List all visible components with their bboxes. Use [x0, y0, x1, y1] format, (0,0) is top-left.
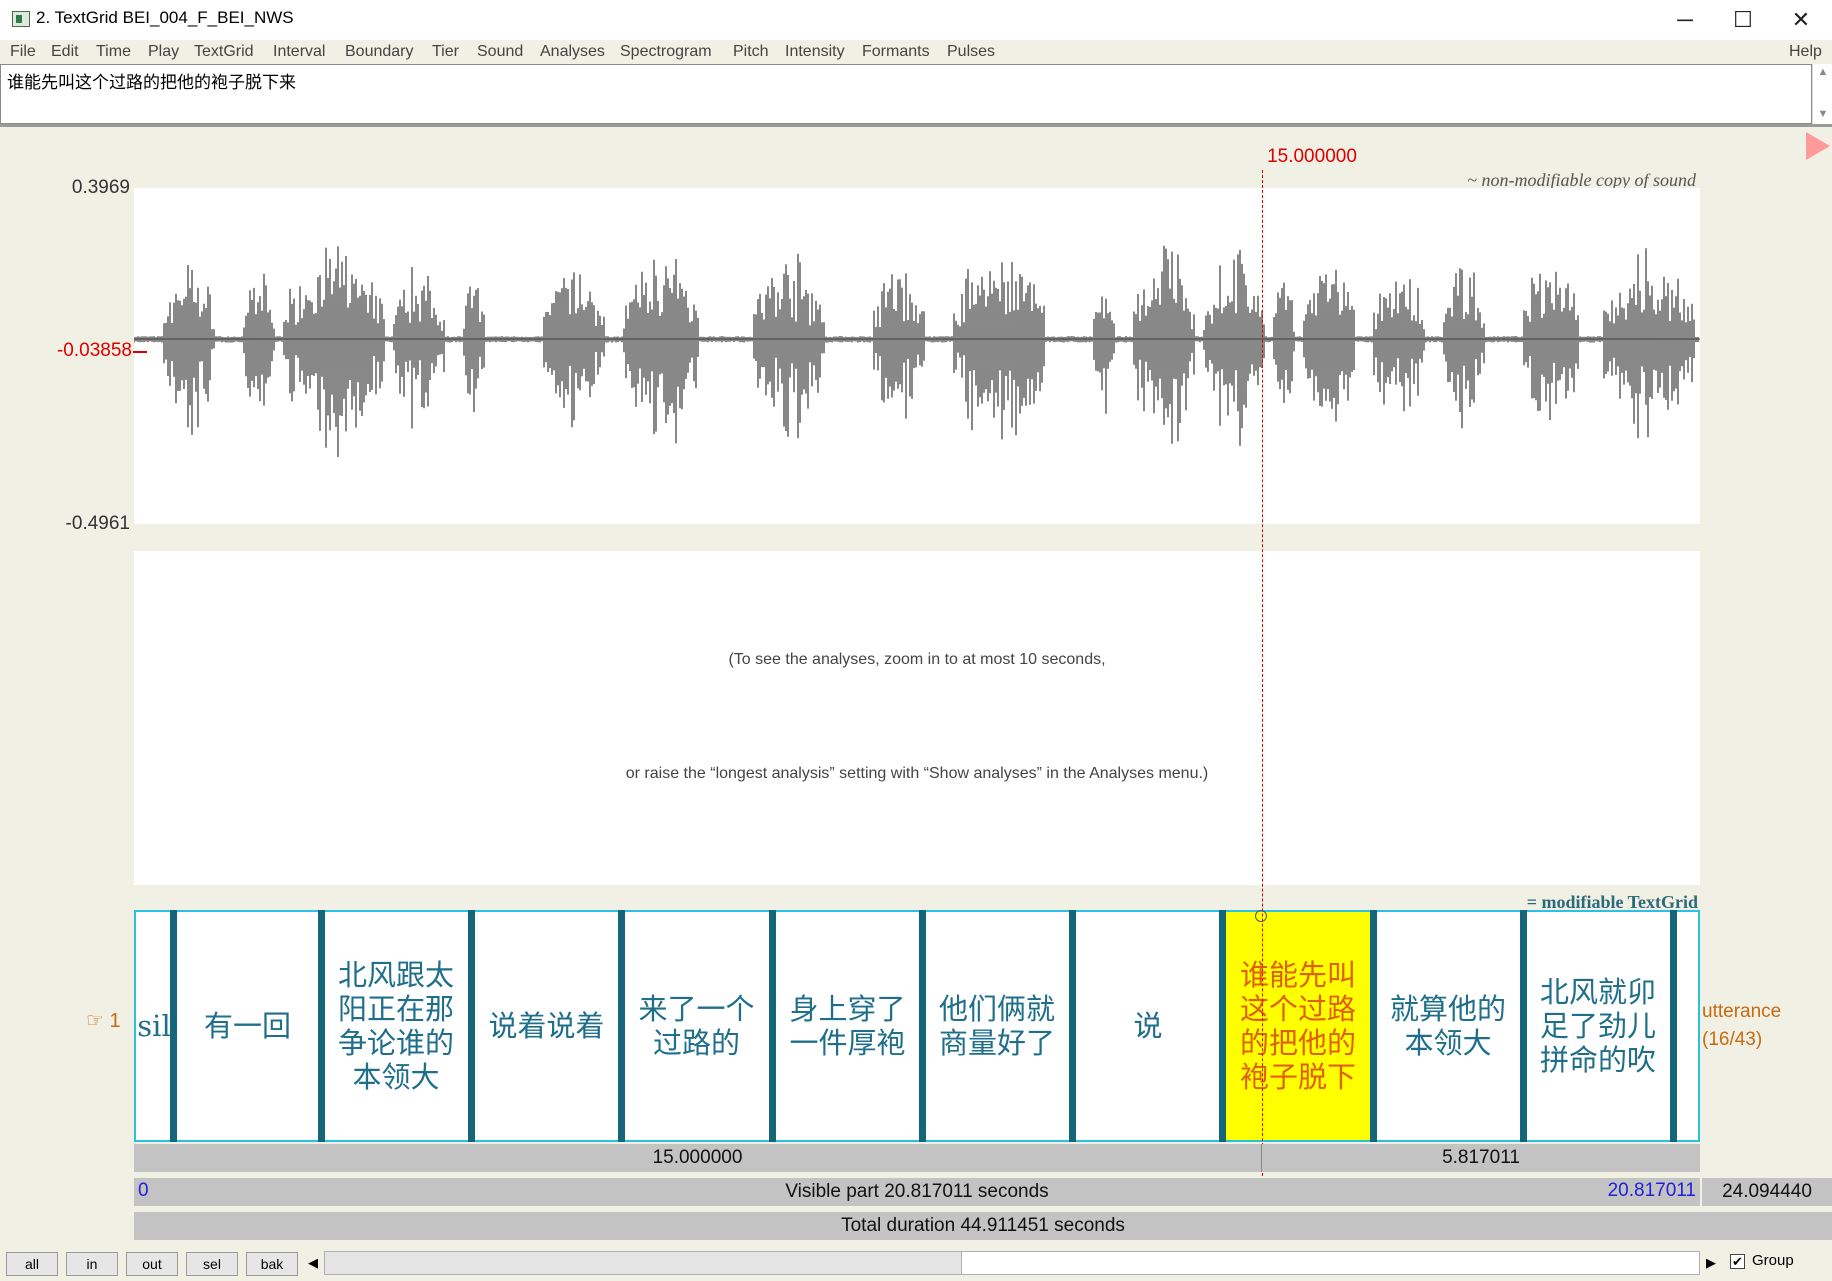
- visible-end-time: 20.817011: [1607, 1180, 1696, 1201]
- zoom-out-button[interactable]: out: [126, 1252, 178, 1276]
- menu-edit[interactable]: Edit: [51, 43, 79, 61]
- tier-name: utterance (16/43): [1702, 998, 1781, 1054]
- cursor-handle-icon[interactable]: [1255, 910, 1267, 922]
- menu-boundary[interactable]: Boundary: [345, 43, 414, 61]
- interval[interactable]: 身上穿了 一件厚袍: [776, 912, 919, 1140]
- scrollbar-thumb[interactable]: [325, 1252, 962, 1274]
- menu-bar: File Edit Time Play TextGrid Interval Bo…: [0, 40, 1832, 64]
- y-cursor-label: -0.03858: [56, 340, 132, 361]
- interval[interactable]: 有一回: [175, 912, 320, 1140]
- menu-pulses[interactable]: Pulses: [947, 43, 995, 61]
- interval-boundary[interactable]: [1520, 910, 1527, 1142]
- tier-count: (16/43): [1702, 1029, 1763, 1050]
- interval-text-field[interactable]: 谁能先叫这个过路的把他的袍子脱下来: [0, 64, 1812, 124]
- zoom-sel-button[interactable]: sel: [186, 1252, 238, 1276]
- total-duration-bar[interactable]: Total duration 44.911451 seconds: [134, 1212, 1832, 1240]
- window-title: 2. TextGrid BEI_004_F_BEI_NWS: [36, 8, 294, 27]
- cursor-line: [1262, 170, 1263, 1176]
- waveform: [134, 245, 1700, 457]
- menu-time[interactable]: Time: [96, 43, 131, 61]
- interval[interactable]: 说: [1076, 912, 1220, 1140]
- y-max-label: 0.3969: [71, 177, 130, 198]
- text-field-scrollbar[interactable]: ▲ ▼: [1812, 64, 1832, 124]
- menu-intensity[interactable]: Intensity: [785, 43, 845, 61]
- horizontal-scrollbar[interactable]: [324, 1251, 1700, 1275]
- pointing-hand-icon: ☞: [86, 1010, 104, 1032]
- visible-part-bar[interactable]: Visible part 20.817011 seconds: [134, 1178, 1700, 1206]
- zoom-all-button[interactable]: all: [6, 1252, 58, 1276]
- menu-help[interactable]: Help: [1789, 43, 1822, 61]
- menu-tier[interactable]: Tier: [432, 43, 459, 61]
- interval-text-value[interactable]: 谁能先叫这个过路的把他的袍子脱下来: [7, 68, 296, 93]
- separator: [0, 124, 1832, 127]
- interval[interactable]: 北风跟太 阳正在那 争论谁的 本领大: [325, 912, 467, 1140]
- scroll-right-icon[interactable]: ▶: [1706, 1255, 1716, 1271]
- group-label: Group: [1752, 1252, 1794, 1269]
- time-bar-left-segment[interactable]: 15.000000: [134, 1144, 1262, 1172]
- analyses-panel[interactable]: [134, 551, 1700, 885]
- minimize-button[interactable]: ─: [1656, 0, 1714, 40]
- textgrid-tier[interactable]: sil 有一回 北风跟太 阳正在那 争论谁的 本领大 说着说着 来了一个 过路的 身上穿…: [134, 910, 1700, 1142]
- zoom-in-button[interactable]: in: [66, 1252, 118, 1276]
- interval-boundary[interactable]: [170, 910, 177, 1142]
- tier-number-value: 1: [109, 1010, 121, 1032]
- scroll-down-icon[interactable]: ▼: [1817, 108, 1829, 120]
- zoom-back-button[interactable]: bak: [246, 1252, 298, 1276]
- interval-boundary[interactable]: [1370, 910, 1377, 1142]
- interval-boundary[interactable]: [919, 910, 926, 1142]
- play-triangle-icon[interactable]: [1806, 132, 1830, 160]
- interval-boundary[interactable]: [468, 910, 475, 1142]
- menu-file[interactable]: File: [10, 43, 36, 61]
- app-icon: [12, 11, 30, 27]
- tier-number[interactable]: ☞ 1: [86, 1008, 121, 1033]
- menu-spectrogram[interactable]: Spectrogram: [620, 43, 712, 61]
- interval[interactable]: sil: [136, 912, 172, 1140]
- interval-boundary[interactable]: [1670, 910, 1677, 1142]
- y-min-label: -0.4961: [65, 513, 130, 534]
- analyses-message-2: or raise the “longest analysis” setting …: [625, 765, 1209, 782]
- interval-boundary[interactable]: [1069, 910, 1076, 1142]
- menu-play[interactable]: Play: [148, 43, 179, 61]
- interval[interactable]: 北风就卯 足了劲儿 拼命的吹: [1526, 912, 1670, 1140]
- analyses-message-1: (To see the analyses, zoom in to at most…: [728, 651, 1106, 668]
- maximize-button[interactable]: ☐: [1714, 0, 1772, 40]
- menu-sound[interactable]: Sound: [477, 43, 523, 61]
- close-button[interactable]: ✕: [1772, 0, 1830, 40]
- tier-name-label: utterance: [1702, 1001, 1782, 1022]
- selected-interval[interactable]: 谁能先叫 这个过路 的把他的 袍子脱下: [1226, 912, 1370, 1140]
- interval-boundary[interactable]: [1219, 910, 1226, 1142]
- menu-pitch[interactable]: Pitch: [733, 43, 769, 61]
- cursor-time-label: 15.000000: [1267, 146, 1357, 167]
- scroll-left-icon[interactable]: ◀: [308, 1255, 318, 1271]
- interval-boundary[interactable]: [769, 910, 776, 1142]
- menu-analyses[interactable]: Analyses: [540, 43, 605, 61]
- interval[interactable]: 他们俩就 商量好了: [926, 912, 1068, 1140]
- menu-textgrid[interactable]: TextGrid: [194, 43, 254, 61]
- menu-interval[interactable]: Interval: [273, 43, 325, 61]
- interval-boundary[interactable]: [318, 910, 325, 1142]
- interval[interactable]: 说着说着: [475, 912, 618, 1140]
- menu-formants[interactable]: Formants: [862, 43, 930, 61]
- time-bar-right-segment[interactable]: 5.817011: [1262, 1144, 1700, 1172]
- visible-start-time: 0: [138, 1180, 149, 1201]
- scroll-up-icon[interactable]: ▲: [1817, 66, 1829, 78]
- interval-boundary[interactable]: [618, 910, 625, 1142]
- title-bar: 2. TextGrid BEI_004_F_BEI_NWS ─ ☐ ✕: [0, 0, 1832, 40]
- group-checkbox[interactable]: ✔: [1730, 1254, 1745, 1269]
- remaining-time-bar[interactable]: 24.094440: [1702, 1178, 1832, 1206]
- y-cursor-tick: [133, 351, 147, 353]
- interval[interactable]: 就算他的 本领大: [1376, 912, 1520, 1140]
- interval[interactable]: 来了一个 过路的: [625, 912, 768, 1140]
